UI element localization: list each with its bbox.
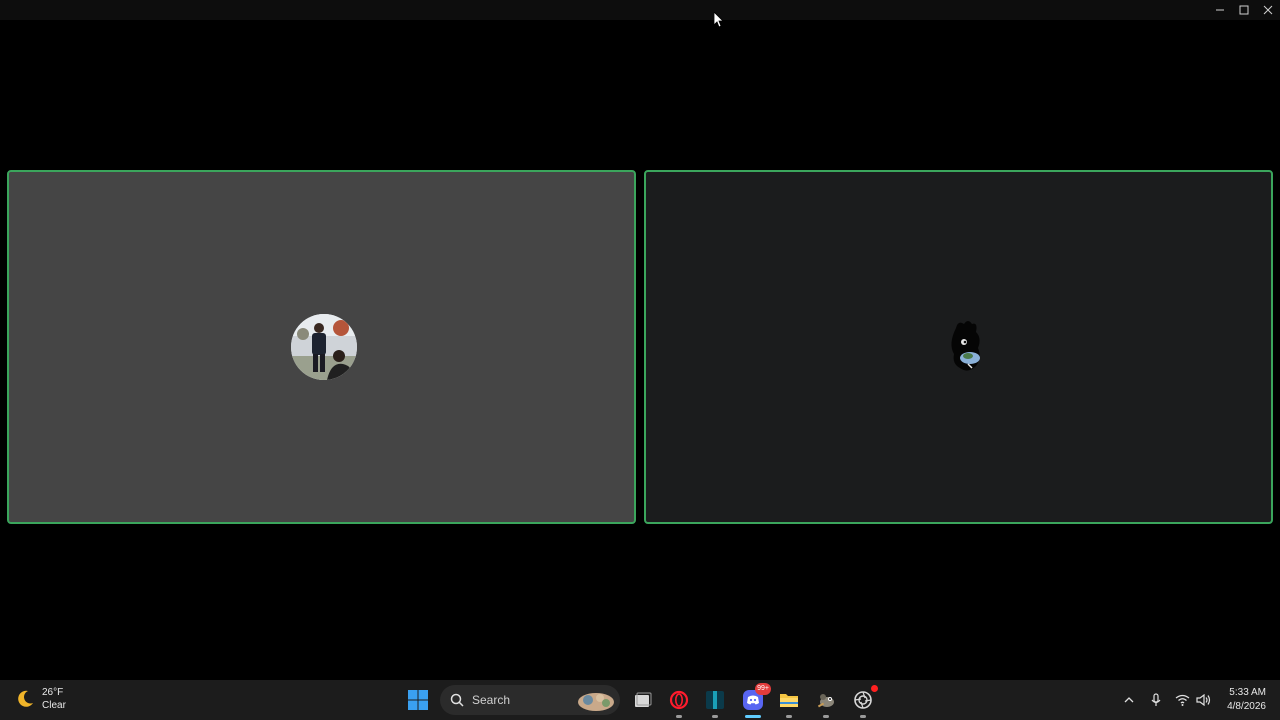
notification-badge: 99+: [755, 683, 771, 695]
mouse-cursor-icon: [714, 12, 724, 28]
microphone-button[interactable]: [1148, 688, 1164, 712]
file-explorer-button[interactable]: [777, 688, 801, 718]
gimp-button[interactable]: [814, 688, 838, 718]
avatar-photo-icon: [291, 314, 357, 380]
participant-avatar-2: [938, 318, 994, 378]
participant-tile-1[interactable]: [7, 170, 636, 524]
running-indicator: [823, 715, 829, 718]
windows-icon: [408, 690, 428, 710]
running-indicator: [676, 715, 682, 718]
clock-date: 4/8/2026: [1227, 701, 1266, 712]
weather-condition: Clear: [42, 700, 66, 711]
speaker-icon: [1195, 694, 1210, 706]
taskbar: 26°F Clear Search 99+ 5:33 AM 4/8/2026: [0, 680, 1280, 720]
task-view-button[interactable]: [631, 688, 655, 712]
close-icon: [1263, 5, 1273, 15]
minimize-icon: [1216, 9, 1224, 11]
teal-app-button[interactable]: [703, 688, 727, 718]
minimize-button[interactable]: [1208, 0, 1232, 20]
weather-widget[interactable]: 26°F Clear: [14, 686, 66, 712]
recording-indicator: [871, 685, 878, 692]
running-indicator: [712, 715, 718, 718]
avatar-character-icon: [951, 321, 980, 371]
gimp-icon: [817, 694, 834, 708]
participant-avatar-1: [291, 314, 357, 380]
participant-tile-2[interactable]: [644, 170, 1273, 524]
maximize-icon: [1239, 5, 1249, 15]
folder-icon: [780, 694, 798, 707]
search-icon: [450, 693, 464, 707]
moon-icon: [18, 690, 33, 707]
task-view-icon: [635, 692, 652, 707]
discord-button[interactable]: 99+: [741, 683, 771, 718]
microphone-icon: [1151, 693, 1161, 706]
tray-overflow-button[interactable]: [1120, 688, 1138, 712]
opera-icon: [669, 690, 689, 710]
volume-button[interactable]: [1194, 688, 1212, 712]
taskbar-search[interactable]: Search: [440, 685, 620, 715]
wifi-button[interactable]: [1173, 688, 1191, 712]
clock-time: 5:33 AM: [1229, 687, 1266, 698]
search-highlight-icon: [578, 693, 614, 711]
title-bar: [0, 0, 1280, 20]
running-indicator: [860, 715, 866, 718]
chevron-up-icon: [1124, 697, 1134, 703]
maximize-button[interactable]: [1232, 0, 1256, 20]
search-placeholder: Search: [472, 693, 511, 707]
close-button[interactable]: [1256, 0, 1280, 20]
window-controls: [1208, 0, 1280, 20]
start-button[interactable]: [406, 688, 430, 712]
teal-app-icon: [706, 691, 724, 709]
ring-icon: [854, 691, 872, 709]
wifi-icon: [1175, 694, 1189, 706]
weather-temperature: 26°F: [42, 687, 64, 698]
opera-button[interactable]: [667, 688, 691, 718]
active-indicator: [745, 715, 761, 718]
clock[interactable]: 5:33 AM 4/8/2026: [1227, 686, 1266, 714]
running-indicator: [786, 715, 792, 718]
recording-app-button[interactable]: [851, 685, 878, 718]
